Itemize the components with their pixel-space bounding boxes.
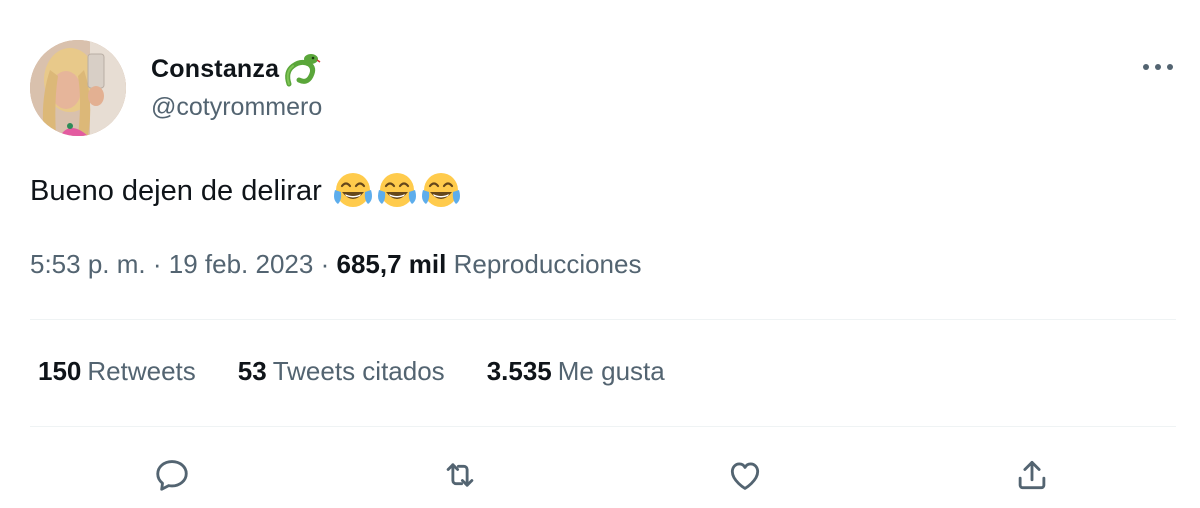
- stat-count: 3.535: [486, 356, 552, 386]
- stat-label: Me gusta: [557, 356, 665, 386]
- action-bar: [0, 450, 1200, 500]
- views-count[interactable]: 685,7 mil: [336, 249, 446, 279]
- stat-label: Tweets citados: [272, 356, 445, 386]
- tweet-body: Bueno dejen de delirar: [30, 170, 462, 212]
- stat-likes[interactable]: 3.535 Me gusta: [487, 356, 665, 387]
- stat-quote-tweets[interactable]: 53 Tweets citados: [238, 356, 445, 387]
- more-options-icon[interactable]: [1138, 54, 1178, 80]
- avatar[interactable]: [30, 40, 126, 136]
- tweet-text: Bueno dejen de delirar: [30, 174, 322, 207]
- tweet-time[interactable]: 5:53 p. m.: [30, 249, 146, 279]
- retweet-icon: [446, 463, 474, 487]
- face-with-tears-of-joy-icon: [333, 173, 372, 207]
- meta-separator: ·: [320, 249, 330, 279]
- display-name[interactable]: Constanza: [151, 55, 279, 84]
- views-label[interactable]: Reproducciones: [454, 249, 642, 279]
- face-with-tears-of-joy-icon: [421, 173, 460, 207]
- like-button[interactable]: [720, 450, 770, 500]
- divider: [30, 426, 1176, 427]
- reply-icon: [156, 460, 188, 491]
- avatar-image: [30, 40, 126, 136]
- stat-retweets[interactable]: 150 Retweets: [38, 356, 196, 387]
- divider: [30, 319, 1176, 320]
- stat-count: 53: [237, 356, 267, 386]
- author-name-row[interactable]: Constanza: [151, 50, 321, 88]
- snake-icon: [281, 50, 321, 88]
- retweet-button[interactable]: [435, 450, 485, 500]
- author-handle[interactable]: @cotyrommero: [151, 93, 322, 122]
- meta-separator: ·: [152, 249, 162, 279]
- share-button[interactable]: [1007, 450, 1057, 500]
- face-with-tears-of-joy-icon: [377, 173, 416, 207]
- reply-button[interactable]: [147, 450, 197, 500]
- tweet-date[interactable]: 19 feb. 2023: [169, 249, 314, 279]
- tweet-stats: 150 Retweets 53 Tweets citados 3.535 Me gus…: [38, 356, 707, 387]
- tweet-meta: 5:53 p. m. · 19 feb. 2023 · 685,7 mil Re…: [30, 249, 641, 280]
- like-icon: [730, 462, 760, 490]
- stat-count: 150: [38, 356, 82, 386]
- tweet-emojis: [332, 170, 462, 212]
- stat-label: Retweets: [87, 356, 196, 386]
- share-icon: [1018, 460, 1046, 490]
